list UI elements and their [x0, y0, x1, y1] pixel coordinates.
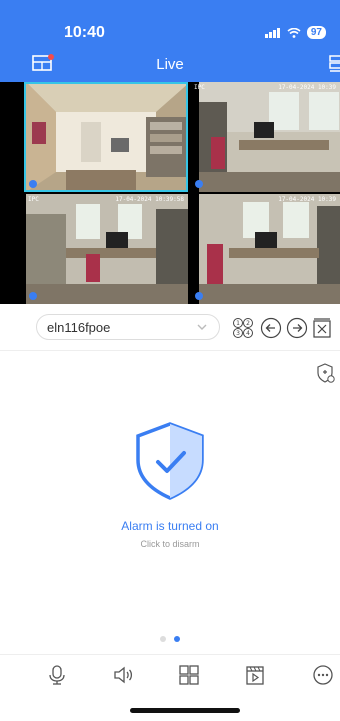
playback-icon[interactable]	[244, 664, 266, 686]
shield-check-icon[interactable]	[130, 420, 210, 500]
device-selector[interactable]: eln116fpoe	[36, 314, 220, 340]
page-indicator	[0, 636, 340, 642]
camera-timestamp: 17-04-2024 10:39:58	[115, 196, 184, 203]
camera-feed-4	[199, 194, 340, 304]
channel-numbers-icon[interactable]: 1 2 3 4	[232, 317, 254, 339]
device-list-icon[interactable]	[328, 54, 340, 74]
svg-text:3: 3	[236, 330, 240, 337]
camera-view-1[interactable]	[24, 82, 188, 192]
camera-status-dot	[29, 292, 37, 300]
camera-timestamp: 17-04-2024 10:39	[278, 196, 336, 203]
camera-view-3[interactable]: IPC 17-04-2024 10:39:58	[24, 194, 188, 304]
device-name: eln116fpoe	[47, 319, 111, 335]
arrow-left-icon[interactable]	[260, 317, 282, 339]
shield-settings-icon[interactable]	[314, 362, 336, 384]
status-time: 10:40	[64, 24, 105, 41]
camera-view-4[interactable]: 17-04-2024 10:39	[190, 194, 340, 304]
home-indicator	[130, 708, 240, 713]
camera-grid: IPC 17-04-2024 10:39 IPC 17-04-2024 10:3…	[0, 82, 340, 304]
alarm-hint-text: Click to disarm	[140, 539, 200, 549]
grid-layout-icon[interactable]	[178, 664, 200, 686]
arrow-right-icon[interactable]	[286, 317, 308, 339]
camera-feed-3	[26, 194, 188, 304]
more-options-icon[interactable]	[312, 664, 334, 686]
camera-feed-1	[26, 82, 188, 192]
chevron-down-icon	[197, 324, 207, 330]
page-dot-2[interactable]	[174, 636, 180, 642]
camera-feed-2	[199, 82, 340, 192]
bottom-toolbar	[0, 664, 340, 696]
close-all-icon[interactable]	[312, 317, 332, 339]
svg-text:2: 2	[246, 320, 250, 327]
alarm-status-text: Alarm is turned on	[121, 519, 219, 533]
device-row: eln116fpoe 1 2 3 4	[36, 314, 332, 342]
camera-id: IPC	[194, 84, 205, 91]
page-title: Live	[156, 56, 184, 73]
microphone-icon[interactable]	[46, 664, 68, 686]
divider	[0, 654, 340, 655]
status-bar: 10:40 97	[0, 24, 340, 46]
wifi-icon	[287, 27, 301, 38]
speaker-icon[interactable]	[112, 664, 134, 686]
divider	[0, 350, 340, 351]
top-header: 10:40 97 Live	[0, 0, 340, 82]
camera-status-dot	[195, 180, 203, 188]
camera-id: IPC	[28, 196, 39, 203]
page-dot-1[interactable]	[160, 636, 166, 642]
svg-text:4: 4	[246, 330, 250, 337]
camera-status-dot	[29, 180, 37, 188]
camera-view-2[interactable]: IPC 17-04-2024 10:39	[190, 82, 340, 192]
camera-timestamp: 17-04-2024 10:39	[278, 84, 336, 91]
alarm-panel[interactable]: Alarm is turned on Click to disarm	[0, 420, 340, 549]
battery-badge: 97	[306, 26, 326, 39]
svg-text:1: 1	[236, 320, 240, 327]
camera-status-dot	[195, 292, 203, 300]
status-icons: 97	[264, 26, 326, 39]
signal-icon	[264, 27, 280, 38]
